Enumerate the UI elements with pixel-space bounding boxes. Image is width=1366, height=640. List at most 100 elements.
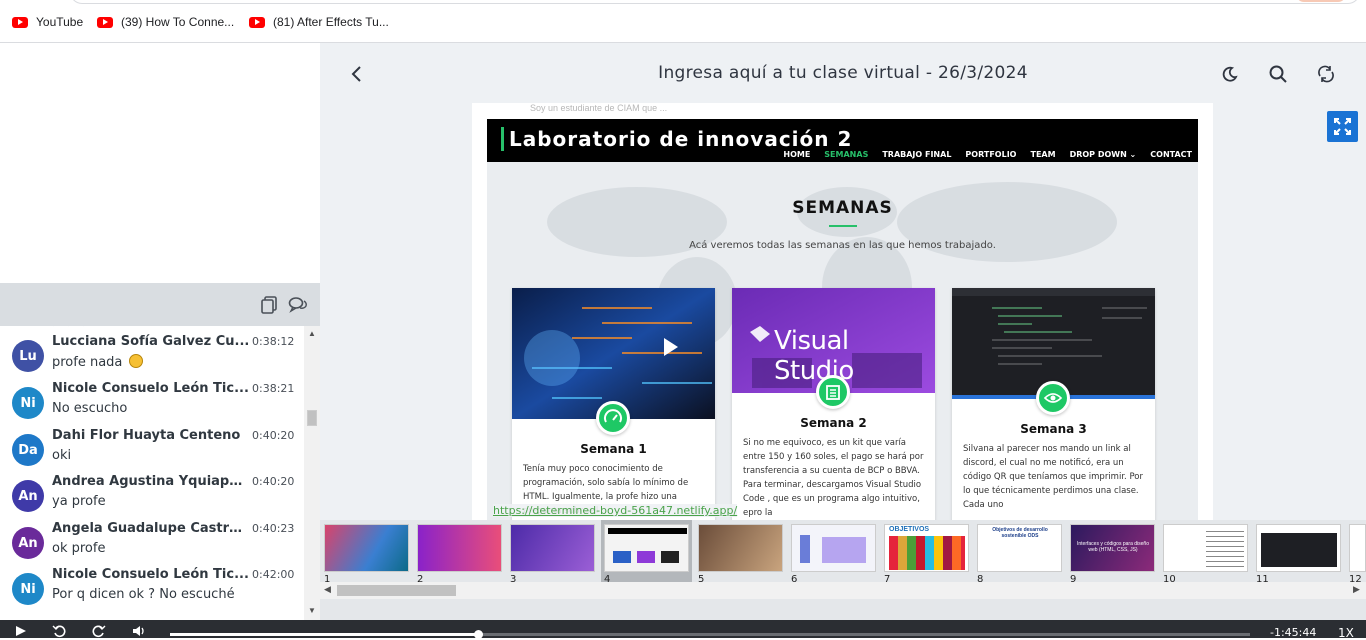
message-text: oki <box>52 448 72 463</box>
site-title: Laboratorio de innovación 2 <box>509 127 853 151</box>
sender-name: Nicole Consuelo León Tic... <box>52 381 249 396</box>
expand-icon <box>1334 118 1351 135</box>
nav-drop-down[interactable]: DROP DOWN ⌄ <box>1070 150 1137 159</box>
card-text: Silvana al parecer nos mando un link al … <box>963 444 1143 510</box>
thumbnail[interactable]: Interfaces y códigos para diseño web (HT… <box>1070 524 1155 572</box>
message-time: 0:40:20 <box>252 475 295 488</box>
volume-icon[interactable] <box>132 624 146 638</box>
page-title: Ingresa aquí a tu clase virtual - 26/3/2… <box>658 63 1028 83</box>
scroll-up-arrow-icon[interactable]: ▲ <box>308 329 316 338</box>
section-heading: SEMANAS <box>792 198 893 218</box>
bookmark-label: YouTube <box>36 15 84 29</box>
card-text: Si no me equivoco, es un kit que varía e… <box>743 438 924 518</box>
chat-scrollbar[interactable]: ▲ ▼ <box>304 326 320 620</box>
avatar: Ni <box>12 573 44 605</box>
slide-faint-text: Soy un estudiante de CIAM que ... <box>530 103 668 113</box>
thumbnail[interactable] <box>510 524 595 572</box>
site-body: SEMANAS Acá veremos todas las semanas en… <box>487 162 1198 520</box>
bookmark-after-effects[interactable]: (81) After Effects Tu... <box>249 13 389 31</box>
card-image-code <box>512 288 715 419</box>
thumbnail-scrollbar[interactable]: ◀ ▶ <box>320 582 1366 599</box>
bookmark-label: (39) How To Conne... <box>121 15 235 29</box>
thumbnail[interactable] <box>698 524 783 572</box>
nav-home[interactable]: HOME <box>783 150 810 159</box>
message-text: profe nada <box>52 354 143 370</box>
sad-face-emoji-icon <box>128 354 143 368</box>
avatar: An <box>12 480 44 512</box>
sender-name: Lucciana Sofía Galvez Cu... <box>52 334 250 349</box>
bookmarks-bar: YouTube (39) How To Conne... (81) After … <box>0 0 1366 43</box>
nav-semanas[interactable]: SEMANAS <box>824 150 868 159</box>
thumbnail[interactable] <box>791 524 876 572</box>
youtube-icon <box>12 16 28 28</box>
avatar: Da <box>12 434 44 466</box>
message-text: No escucho <box>52 401 128 416</box>
chat-message: Ni Nicole Consuelo León Tic... 0:38:21 N… <box>0 381 304 427</box>
moon-icon[interactable] <box>1219 63 1241 85</box>
thumbnail-selected[interactable] <box>604 524 689 572</box>
bookmark-label: (81) After Effects Tu... <box>273 15 389 29</box>
copy-icon[interactable] <box>259 295 279 315</box>
nav-contact[interactable]: CONTACT <box>1150 150 1192 159</box>
thumbnail[interactable] <box>1163 524 1248 572</box>
avatar: Lu <box>12 340 44 372</box>
message-time: 0:38:21 <box>252 382 295 395</box>
rewind-icon[interactable] <box>52 624 66 638</box>
play-icon[interactable] <box>14 624 28 638</box>
thumbnail[interactable]: OBJETIVOS <box>884 524 969 572</box>
expand-button[interactable] <box>1327 111 1358 142</box>
avatar: Ni <box>12 387 44 419</box>
progress-fill <box>170 633 478 636</box>
visual-studio-logo-text: Visual Studio <box>774 326 854 386</box>
thumbnail[interactable] <box>324 524 409 572</box>
list-icon <box>816 375 850 409</box>
message-time: 0:38:12 <box>252 335 295 348</box>
gauge-icon <box>596 401 630 435</box>
playback-controls: -1:45:44 1X <box>0 620 1366 640</box>
thumbnail-caption: OBJETIVOS <box>889 526 930 533</box>
card-semana-2[interactable]: Visual Studio Semana 2 Si no me equivoco… <box>732 288 935 520</box>
search-icon[interactable] <box>1267 63 1289 85</box>
card-title: Semana 1 <box>580 442 647 456</box>
bookmark-how-to-connect[interactable]: (39) How To Conne... <box>97 13 234 31</box>
message-text: ok profe <box>52 541 106 556</box>
title-accent-bar <box>501 127 504 151</box>
chat-message: Lu Lucciana Sofía Galvez Cu... 0:38:12 p… <box>0 334 304 380</box>
card-semana-3[interactable]: Semana 3 Silvana al parecer nos mando un… <box>952 288 1155 520</box>
progress-track[interactable] <box>170 630 1250 639</box>
slide-thumbnail-strip: 1 2 3 4 5 6 OBJETIVOS 7 Objetivos de des… <box>320 520 1366 620</box>
chat-bubbles-icon[interactable] <box>288 295 308 315</box>
thumbnail[interactable] <box>417 524 502 572</box>
scrollbar-thumb[interactable] <box>307 410 317 426</box>
sender-name: Andrea Agustina Yquiapa... <box>52 474 250 489</box>
presentation-viewer: Ingresa aquí a tu clase virtual - 26/3/2… <box>320 43 1366 520</box>
thumbnail[interactable] <box>1349 524 1366 572</box>
youtube-icon <box>97 16 113 28</box>
profile-button-edge[interactable] <box>1296 0 1346 2</box>
sender-name: Dahi Flor Huayta Centeno <box>52 428 241 443</box>
nav-team[interactable]: TEAM <box>1030 150 1055 159</box>
sender-name: Angela Guadalupe Castro... <box>52 521 250 536</box>
scroll-down-arrow-icon[interactable]: ▼ <box>308 606 316 615</box>
slide-canvas: Soy un estudiante de CIAM que ... Labora… <box>472 103 1213 520</box>
chat-message: Ni Nicole Consuelo León Tic... 0:42:00 P… <box>0 567 304 613</box>
slide-url-link[interactable]: https://determined-boyd-561a47.netlify.a… <box>493 504 738 517</box>
message-text: ya profe <box>52 494 106 509</box>
site-nav: HOME SEMANAS TRABAJO FINAL PORTFOLIO TEA… <box>783 150 1192 159</box>
scroll-right-arrow-icon[interactable]: ▶ <box>1353 584 1360 595</box>
scroll-left-arrow-icon[interactable]: ◀ <box>324 584 331 595</box>
thumbnail[interactable] <box>1256 524 1341 572</box>
nav-portfolio[interactable]: PORTFOLIO <box>965 150 1016 159</box>
card-semana-1[interactable]: Semana 1 Tenía muy poco conocimiento de … <box>512 288 715 520</box>
scrollbar-thumb[interactable] <box>337 585 456 596</box>
bookmark-youtube[interactable]: YouTube <box>12 13 83 31</box>
thumbnail[interactable]: Objetivos de desarrollo sostenible ODS <box>977 524 1062 572</box>
eye-icon <box>1036 381 1070 415</box>
nav-trabajo-final[interactable]: TRABAJO FINAL <box>882 150 951 159</box>
refresh-icon[interactable] <box>1315 63 1337 85</box>
address-bar-edge <box>70 0 1360 4</box>
site-header: Laboratorio de innovación 2 HOME SEMANAS… <box>487 119 1198 162</box>
forward-icon[interactable] <box>92 624 106 638</box>
chat-message-list[interactable]: ~ ~ ~ Lu Lucciana Sofía Galvez Cu... 0:3… <box>0 326 304 620</box>
thumbnail-caption: Objetivos de desarrollo sostenible ODS <box>992 527 1048 539</box>
